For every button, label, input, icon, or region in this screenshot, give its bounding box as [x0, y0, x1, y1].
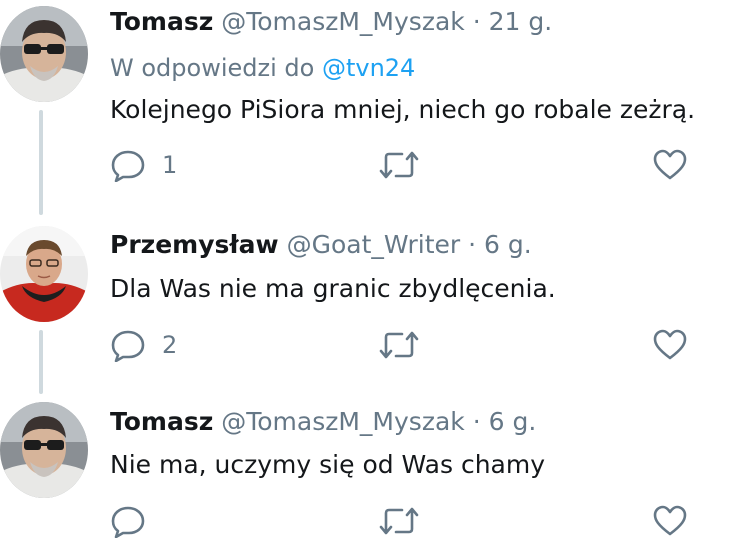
- thread-line: [39, 330, 43, 394]
- like-icon: [652, 148, 688, 182]
- reply-count: 2: [162, 331, 178, 359]
- comment-icon: [110, 148, 146, 182]
- retweet-button[interactable]: [378, 148, 420, 182]
- retweet-icon: [378, 328, 420, 362]
- reply-button[interactable]: [110, 504, 146, 538]
- tweet-text: Dla Was nie ma granic zbydlęcenia.: [110, 274, 556, 303]
- like-icon: [652, 504, 688, 538]
- timestamp[interactable]: 6 g.: [489, 407, 537, 436]
- separator: ·: [472, 407, 481, 436]
- reply-prefix: W odpowiedzi do: [110, 54, 315, 82]
- like-button[interactable]: [652, 148, 688, 182]
- reply-button[interactable]: 2: [110, 328, 177, 362]
- user-handle[interactable]: @Goat_Writer: [287, 230, 461, 259]
- like-button[interactable]: [652, 328, 688, 362]
- tweet-actions: 1: [110, 148, 750, 182]
- timestamp[interactable]: 6 g.: [484, 230, 532, 259]
- avatar[interactable]: [0, 6, 88, 102]
- tweet-actions: [110, 504, 750, 538]
- timestamp[interactable]: 21 g.: [489, 7, 553, 36]
- display-name[interactable]: Tomasz: [110, 7, 213, 36]
- avatar[interactable]: [0, 402, 88, 498]
- like-button[interactable]: [652, 504, 688, 538]
- retweet-icon: [378, 148, 420, 182]
- comment-icon: [110, 328, 146, 362]
- separator: ·: [472, 7, 481, 36]
- retweet-button[interactable]: [378, 328, 420, 362]
- mention-link[interactable]: @tvn24: [322, 54, 415, 82]
- comment-icon: [110, 504, 146, 538]
- reply-context: W odpowiedzi do @tvn24: [110, 52, 415, 84]
- tweet-actions: 2: [110, 328, 750, 362]
- tweet-header: Przemysław @Goat_Writer · 6 g.: [110, 229, 532, 261]
- tweet-text: Nie ma, uczymy się od Was chamy: [110, 450, 546, 479]
- tweet-header: Tomasz @TomaszM_Myszak · 6 g.: [110, 406, 536, 438]
- thread-line: [39, 110, 43, 215]
- reply-count: 1: [162, 151, 178, 179]
- retweet-button[interactable]: [378, 504, 420, 538]
- user-handle[interactable]: @TomaszM_Myszak: [221, 7, 465, 36]
- display-name[interactable]: Przemysław: [110, 230, 279, 259]
- retweet-icon: [378, 504, 420, 538]
- reply-button[interactable]: 1: [110, 148, 177, 182]
- avatar[interactable]: [0, 226, 88, 322]
- display-name[interactable]: Tomasz: [110, 407, 213, 436]
- separator: ·: [468, 230, 477, 259]
- tweet-text: Kolejnego PiSiora mniej, niech go robale…: [110, 95, 696, 124]
- user-handle[interactable]: @TomaszM_Myszak: [221, 407, 465, 436]
- tweet-header: Tomasz @TomaszM_Myszak · 21 g.: [110, 6, 552, 38]
- like-icon: [652, 328, 688, 362]
